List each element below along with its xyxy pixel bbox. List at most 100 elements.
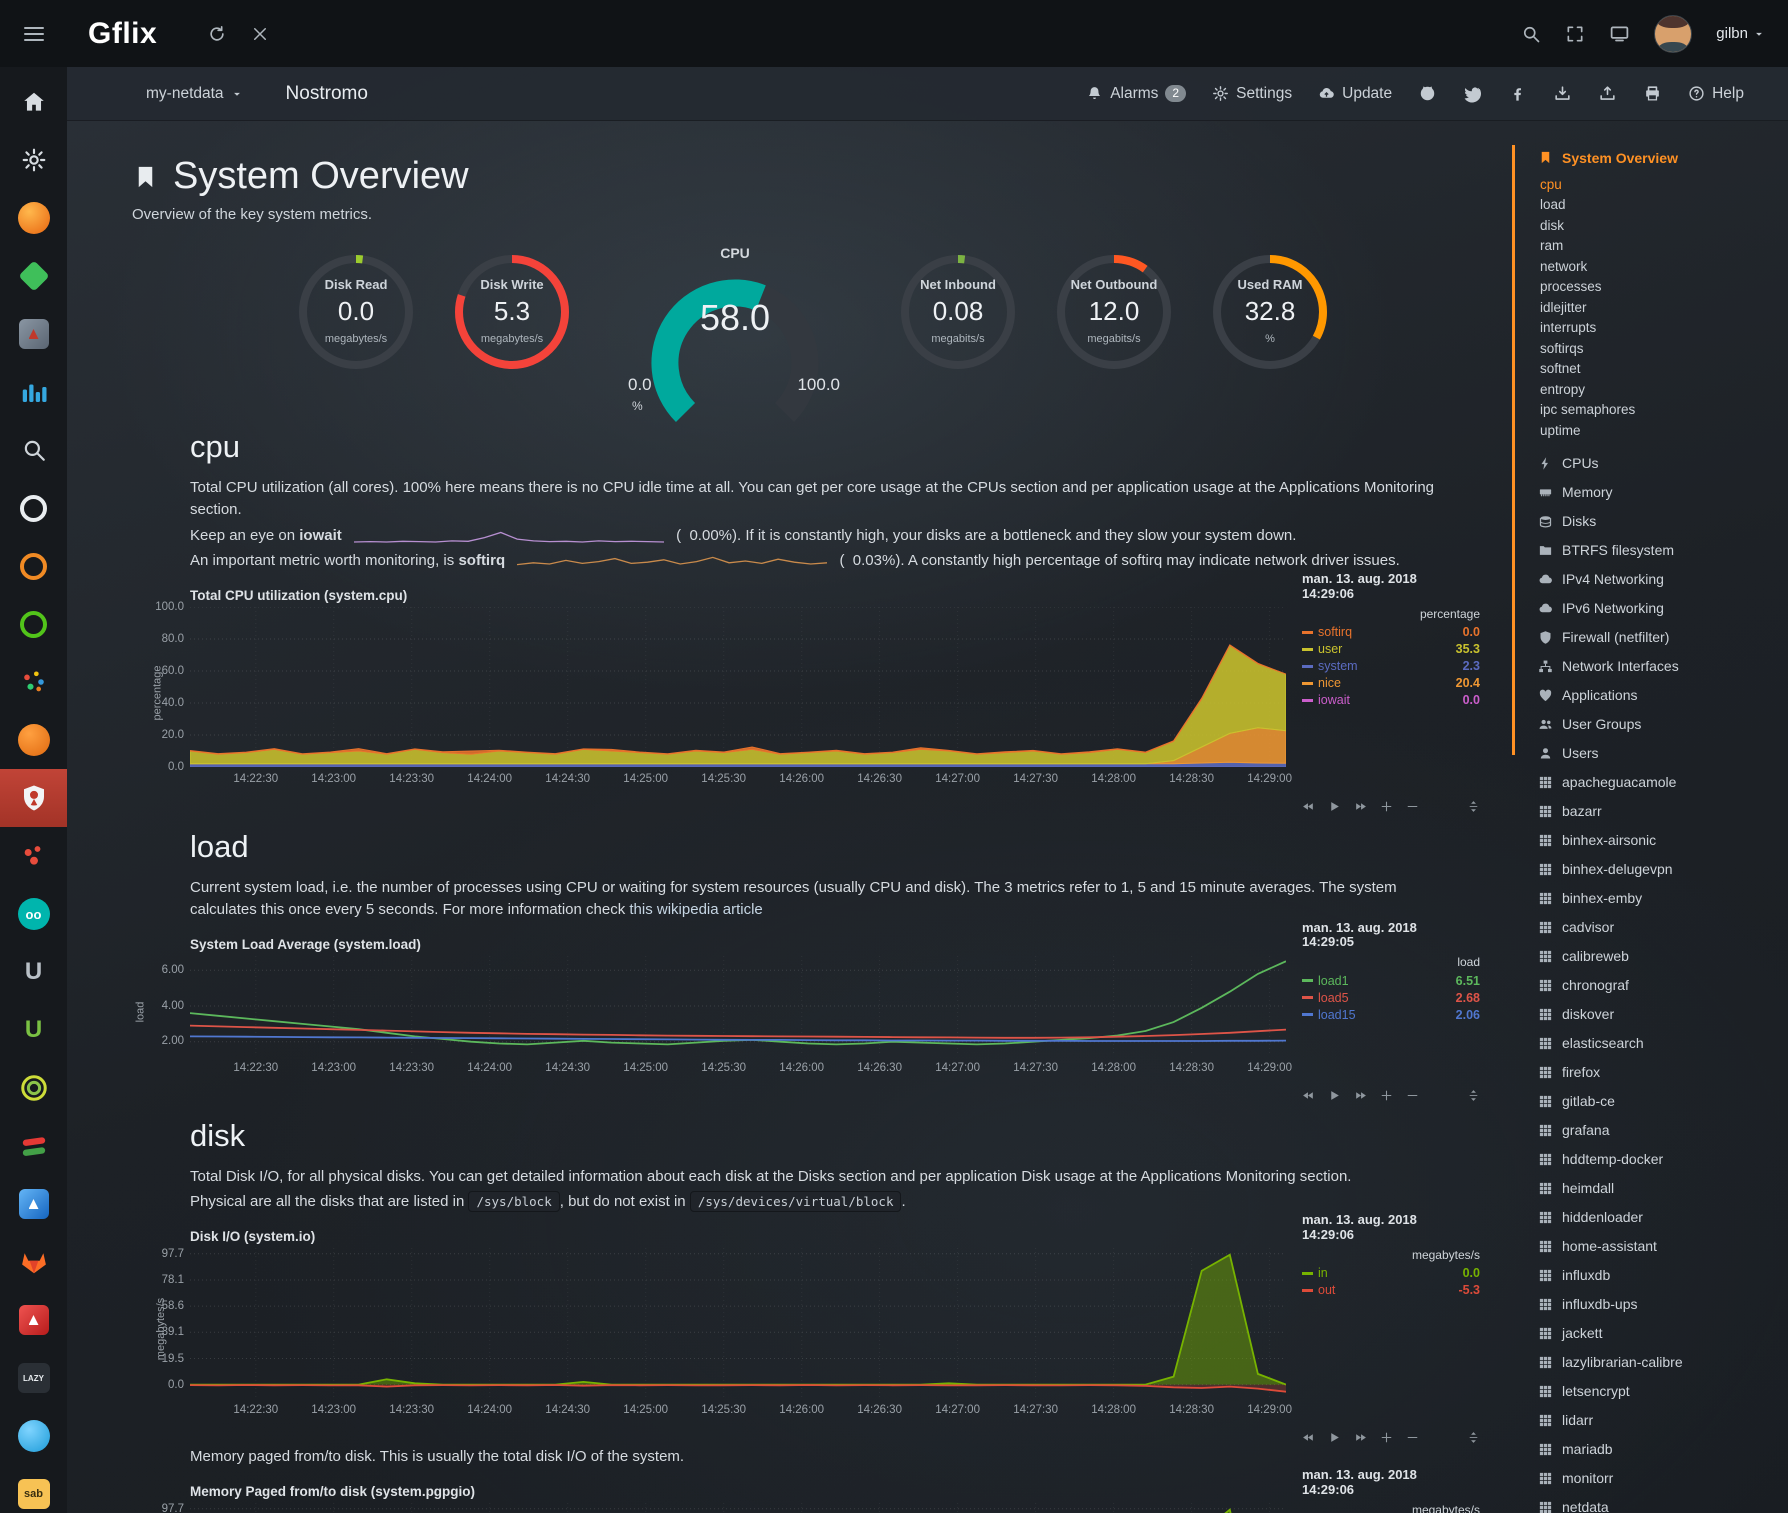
- menu-item-netdata[interactable]: netdata: [1538, 1493, 1788, 1513]
- menu-item-heimdall[interactable]: heimdall: [1538, 1174, 1788, 1203]
- chart-plot[interactable]: load 6.004.002.00: [190, 956, 1286, 1056]
- app-soundbars-icon[interactable]: [0, 363, 67, 421]
- menu-item-jackett[interactable]: jackett: [1538, 1319, 1788, 1348]
- app-paw-icon[interactable]: [0, 827, 67, 885]
- app-netdata-shield-icon[interactable]: [0, 769, 67, 827]
- pan-backward-icon[interactable]: [1302, 1089, 1315, 1102]
- menu-item-monitorr[interactable]: monitorr: [1538, 1464, 1788, 1493]
- menu-item-hiddenloader[interactable]: hiddenloader: [1538, 1203, 1788, 1232]
- wikipedia-link[interactable]: this wikipedia article: [629, 901, 762, 918]
- menu-item-home-assistant[interactable]: home-assistant: [1538, 1232, 1788, 1261]
- gauge-net-outbound[interactable]: Net Outbound 12.0 megabits/s: [1036, 247, 1192, 405]
- gauge-net-inbound[interactable]: Net Inbound 0.08 megabits/s: [880, 247, 1036, 405]
- menu-item-diskover[interactable]: diskover: [1538, 1000, 1788, 1029]
- submenu-item-uptime[interactable]: uptime: [1540, 420, 1788, 441]
- pan-forward-icon[interactable]: [1354, 800, 1367, 813]
- search-icon[interactable]: [1521, 24, 1541, 44]
- app-compass-icon[interactable]: [0, 479, 67, 537]
- menu-item-firewall-netfilter-[interactable]: Firewall (netfilter): [1538, 623, 1788, 652]
- app-u-grey-icon[interactable]: U: [0, 943, 67, 1001]
- app-u-green-icon[interactable]: U: [0, 1001, 67, 1059]
- user-menu[interactable]: gilbn: [1716, 25, 1766, 42]
- fullscreen-icon[interactable]: [1565, 24, 1585, 44]
- menu-item-cpus[interactable]: CPUs: [1538, 449, 1788, 478]
- play-icon[interactable]: [1328, 1089, 1341, 1102]
- menu-item-calibreweb[interactable]: calibreweb: [1538, 942, 1788, 971]
- resize-icon[interactable]: [1467, 800, 1480, 813]
- zoom-out-icon[interactable]: [1406, 1089, 1419, 1102]
- menu-item-binhex-delugevpn[interactable]: binhex-delugevpn: [1538, 855, 1788, 884]
- app-search-icon[interactable]: [0, 421, 67, 479]
- menu-item-grafana[interactable]: grafana: [1538, 1116, 1788, 1145]
- menu-item-network-interfaces[interactable]: Network Interfaces: [1538, 652, 1788, 681]
- legend-row-nice[interactable]: nice 20.4: [1302, 675, 1480, 692]
- iowait-sparkline[interactable]: [354, 528, 664, 544]
- upload-icon[interactable]: [1598, 84, 1617, 103]
- zoom-in-icon[interactable]: [1380, 1089, 1393, 1102]
- submenu-item-idlejitter[interactable]: idlejitter: [1540, 297, 1788, 318]
- app-green-ring-icon[interactable]: [0, 595, 67, 653]
- legend-row-system[interactable]: system 2.3: [1302, 658, 1480, 675]
- menu-item-letsencrypt[interactable]: letsencrypt: [1538, 1377, 1788, 1406]
- app-pills-icon[interactable]: [0, 1117, 67, 1175]
- app-red-square-icon[interactable]: [0, 1291, 67, 1349]
- cast-icon[interactable]: [1609, 23, 1630, 44]
- settings-button[interactable]: Settings: [1212, 85, 1292, 103]
- alarms-button[interactable]: Alarms 2: [1086, 85, 1186, 103]
- legend-row-load5[interactable]: load5 2.68: [1302, 989, 1480, 1006]
- submenu-item-cpu[interactable]: cpu: [1540, 174, 1788, 195]
- legend-row-user[interactable]: user 35.3: [1302, 641, 1480, 658]
- avatar[interactable]: [1654, 15, 1692, 53]
- submenu-item-softnet[interactable]: softnet: [1540, 359, 1788, 380]
- zoom-out-icon[interactable]: [1406, 1431, 1419, 1444]
- twitter-icon[interactable]: [1463, 84, 1482, 103]
- server-dropdown[interactable]: my-netdata: [146, 85, 244, 103]
- pan-forward-icon[interactable]: [1354, 1431, 1367, 1444]
- app-blue-drop-icon[interactable]: [0, 1407, 67, 1465]
- legend-row-out[interactable]: out -5.3: [1302, 1282, 1480, 1299]
- legend-row-softirq[interactable]: softirq 0.0: [1302, 624, 1480, 641]
- menu-item-influxdb-ups[interactable]: influxdb-ups: [1538, 1290, 1788, 1319]
- menu-item-gitlab-ce[interactable]: gitlab-ce: [1538, 1087, 1788, 1116]
- play-icon[interactable]: [1328, 800, 1341, 813]
- menu-item-mariadb[interactable]: mariadb: [1538, 1435, 1788, 1464]
- app-confetti-icon[interactable]: [0, 653, 67, 711]
- chart-plot[interactable]: percentage 100.080.060.040.020.00.0: [190, 607, 1286, 767]
- legend-row-load15[interactable]: load15 2.06: [1302, 1006, 1480, 1023]
- help-button[interactable]: Help: [1688, 85, 1744, 103]
- menu-item-lidarr[interactable]: lidarr: [1538, 1406, 1788, 1435]
- legend-row-load1[interactable]: load1 6.51: [1302, 972, 1480, 989]
- menu-item-bazarr[interactable]: bazarr: [1538, 797, 1788, 826]
- submenu-item-load[interactable]: load: [1540, 195, 1788, 216]
- menu-item-elasticsearch[interactable]: elasticsearch: [1538, 1029, 1788, 1058]
- menu-item-firefox[interactable]: firefox: [1538, 1058, 1788, 1087]
- app-jar-icon[interactable]: [0, 305, 67, 363]
- menu-item-influxdb[interactable]: influxdb: [1538, 1261, 1788, 1290]
- submenu-item-softirqs[interactable]: softirqs: [1540, 338, 1788, 359]
- menu-item-hddtemp-docker[interactable]: hddtemp-docker: [1538, 1145, 1788, 1174]
- menu-item-btrfs-filesystem[interactable]: BTRFS filesystem: [1538, 536, 1788, 565]
- menu-item-cadvisor[interactable]: cadvisor: [1538, 913, 1788, 942]
- menu-item-memory[interactable]: Memory: [1538, 478, 1788, 507]
- submenu-item-interrupts[interactable]: interrupts: [1540, 318, 1788, 339]
- menu-item-user-groups[interactable]: User Groups: [1538, 710, 1788, 739]
- submenu-item-network[interactable]: network: [1540, 256, 1788, 277]
- app-diamond-icon[interactable]: [0, 247, 67, 305]
- zoom-out-icon[interactable]: [1406, 800, 1419, 813]
- home-icon[interactable]: [0, 73, 67, 131]
- app-sabnzbd-icon[interactable]: sab: [0, 1465, 67, 1513]
- settings-gear-icon[interactable]: [0, 131, 67, 189]
- menu-item-ipv4-networking[interactable]: IPv4 Networking: [1538, 565, 1788, 594]
- pan-backward-icon[interactable]: [1302, 800, 1315, 813]
- app-infinity-icon[interactable]: oo: [0, 885, 67, 943]
- gauge-disk-write[interactable]: Disk Write 5.3 megabytes/s: [434, 247, 590, 405]
- print-icon[interactable]: [1643, 84, 1662, 103]
- app-target-icon[interactable]: [0, 1059, 67, 1117]
- submenu-item-ipc-semaphores[interactable]: ipc semaphores: [1540, 400, 1788, 421]
- menu-item-ipv6-networking[interactable]: IPv6 Networking: [1538, 594, 1788, 623]
- pan-forward-icon[interactable]: [1354, 1089, 1367, 1102]
- submenu-item-disk[interactable]: disk: [1540, 215, 1788, 236]
- app-gitlab-fox-icon[interactable]: [0, 1233, 67, 1291]
- menu-item-apacheguacamole[interactable]: apacheguacamole: [1538, 768, 1788, 797]
- menu-item-applications[interactable]: Applications: [1538, 681, 1788, 710]
